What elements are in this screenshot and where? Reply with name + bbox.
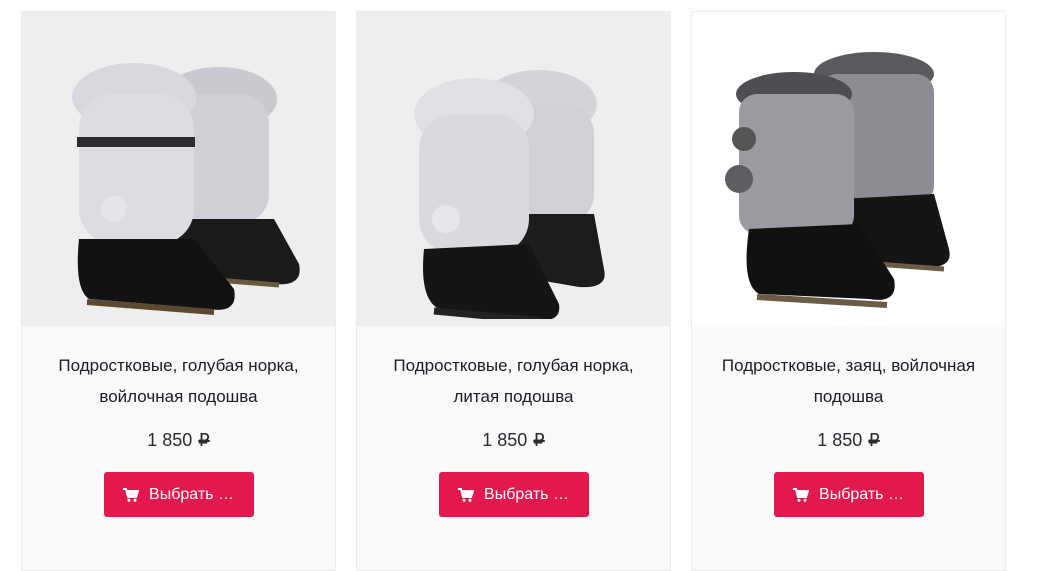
fur-boots-image bbox=[71, 63, 300, 315]
select-button-label: Выбрать … bbox=[819, 485, 904, 503]
product-title[interactable]: Подростковые, голубая норка, войлочная п… bbox=[34, 350, 324, 412]
price-value: 1 850 bbox=[482, 429, 528, 450]
product-price: 1 850 ₽ bbox=[482, 428, 545, 452]
product-grid: Подростковые, голубая норка, войлочная п… bbox=[21, 11, 1006, 571]
currency-symbol: ₽ bbox=[868, 429, 880, 450]
select-button-label: Выбрать … bbox=[484, 485, 569, 503]
product-image[interactable] bbox=[22, 12, 335, 326]
product-price: 1 850 ₽ bbox=[817, 428, 880, 452]
price-value: 1 850 bbox=[817, 429, 863, 450]
product-image[interactable] bbox=[692, 12, 1005, 326]
currency-symbol: ₽ bbox=[198, 429, 210, 450]
cart-icon bbox=[123, 487, 140, 502]
product-title[interactable]: Подростковые, голубая норка, литая подош… bbox=[369, 350, 659, 412]
fur-boots-image bbox=[724, 52, 950, 308]
select-button[interactable]: Выбрать … bbox=[438, 472, 589, 517]
select-button-label: Выбрать … bbox=[149, 485, 234, 503]
cart-icon bbox=[458, 487, 475, 502]
select-button[interactable]: Выбрать … bbox=[103, 472, 254, 517]
product-image[interactable] bbox=[357, 12, 670, 326]
product-card[interactable]: Подростковые, голубая норка, войлочная п… bbox=[21, 11, 336, 571]
currency-symbol: ₽ bbox=[533, 429, 545, 450]
select-button[interactable]: Выбрать … bbox=[773, 472, 924, 517]
cart-icon bbox=[793, 487, 810, 502]
price-value: 1 850 bbox=[147, 429, 193, 450]
fur-boots-image bbox=[413, 70, 605, 319]
product-card[interactable]: Подростковые, заяц, войлочная подошва 1 … bbox=[691, 11, 1006, 571]
product-title[interactable]: Подростковые, заяц, войлочная подошва bbox=[704, 350, 994, 412]
product-price: 1 850 ₽ bbox=[147, 428, 210, 452]
product-card[interactable]: Подростковые, голубая норка, литая подош… bbox=[356, 11, 671, 571]
